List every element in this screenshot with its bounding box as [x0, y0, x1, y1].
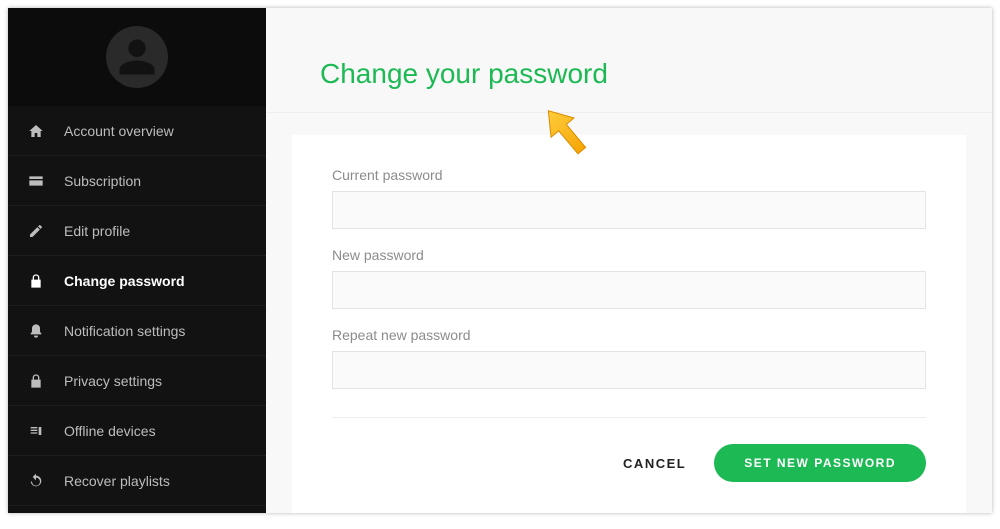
sidebar-item-label: Privacy settings: [64, 373, 162, 389]
field-current-password: Current password: [332, 167, 926, 229]
sidebar-item-recover-playlists[interactable]: Recover playlists: [8, 456, 266, 506]
current-password-label: Current password: [332, 167, 926, 183]
sidebar-item-label: Notification settings: [64, 323, 185, 339]
avatar[interactable]: [106, 26, 168, 88]
sidebar-item-label: Offline devices: [64, 423, 156, 439]
sidebar-item-edit-profile[interactable]: Edit profile: [8, 206, 266, 256]
sidebar-item-label: Recover playlists: [64, 473, 170, 489]
current-password-input[interactable]: [332, 191, 926, 229]
field-repeat-password: Repeat new password: [332, 327, 926, 389]
new-password-label: New password: [332, 247, 926, 263]
person-icon: [116, 36, 158, 78]
password-form: Current password New password Repeat new…: [292, 135, 966, 513]
page-title: Change your password: [320, 58, 938, 90]
sidebar-item-account-overview[interactable]: Account overview: [8, 106, 266, 156]
devices-icon: [28, 423, 56, 439]
sidebar-item-change-password[interactable]: Change password: [8, 256, 266, 306]
pencil-icon: [28, 223, 56, 239]
field-new-password: New password: [332, 247, 926, 309]
page-header: Change your password: [266, 8, 992, 113]
avatar-area: [8, 8, 266, 106]
sidebar-item-label: Subscription: [64, 173, 141, 189]
lock-icon: [28, 373, 56, 389]
cancel-button[interactable]: CANCEL: [623, 456, 686, 471]
nav-list: Account overview Subscription Edit profi…: [8, 106, 266, 506]
refresh-icon: [28, 473, 56, 489]
sidebar: Account overview Subscription Edit profi…: [8, 8, 266, 513]
sidebar-item-notification-settings[interactable]: Notification settings: [8, 306, 266, 356]
main-content: Change your password Current password Ne…: [266, 8, 992, 513]
new-password-input[interactable]: [332, 271, 926, 309]
lock-icon: [28, 273, 56, 289]
home-icon: [28, 123, 56, 139]
sidebar-item-privacy-settings[interactable]: Privacy settings: [8, 356, 266, 406]
sidebar-item-label: Account overview: [64, 123, 174, 139]
sidebar-item-subscription[interactable]: Subscription: [8, 156, 266, 206]
bell-icon: [28, 323, 56, 339]
repeat-password-label: Repeat new password: [332, 327, 926, 343]
set-new-password-button[interactable]: SET NEW PASSWORD: [714, 444, 926, 482]
sidebar-item-offline-devices[interactable]: Offline devices: [8, 406, 266, 456]
card-icon: [28, 173, 56, 189]
sidebar-item-label: Change password: [64, 273, 185, 289]
form-buttons: CANCEL SET NEW PASSWORD: [332, 417, 926, 482]
sidebar-item-label: Edit profile: [64, 223, 130, 239]
repeat-password-input[interactable]: [332, 351, 926, 389]
